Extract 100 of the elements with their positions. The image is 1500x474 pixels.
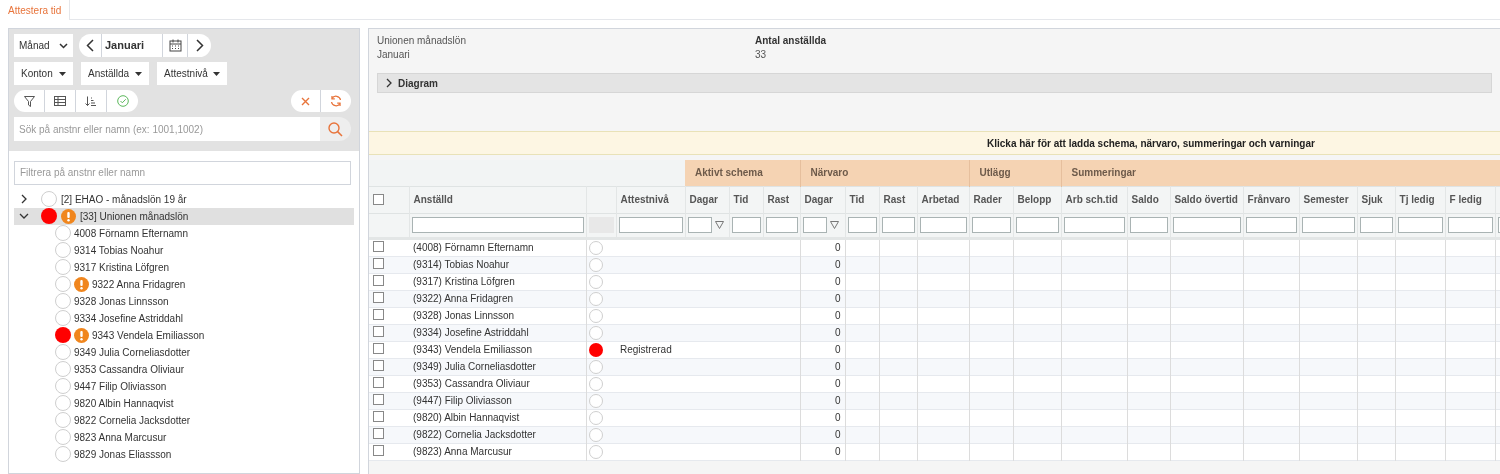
diagram-header[interactable]: Diagram	[377, 73, 1492, 93]
filter-field[interactable]	[731, 217, 761, 233]
row-checkbox[interactable]	[373, 393, 384, 405]
filter-field[interactable]	[971, 217, 1011, 233]
chevron-right-icon	[386, 78, 392, 88]
row-checkbox[interactable]	[373, 308, 384, 320]
funnel-icon[interactable]	[714, 221, 724, 229]
column-header[interactable]: Rader	[969, 186, 1014, 213]
tree-employee-label: 9447 Filip Oliviasson	[74, 379, 167, 394]
column-header[interactable]: Semester	[1299, 186, 1358, 213]
column-header[interactable]: Anställd	[409, 186, 586, 213]
employee-count-label: Antal anställda	[755, 34, 827, 48]
column-header[interactable]: Sjuk	[1357, 186, 1396, 213]
period-type-select[interactable]: Månad	[14, 34, 73, 57]
tree-employee-row[interactable]: 9447 Filip Oliviasson	[14, 377, 354, 395]
filter-field[interactable]	[881, 217, 915, 233]
column-header[interactable]: Rast	[763, 186, 801, 213]
filter-field[interactable]	[1172, 217, 1241, 233]
row-checkbox[interactable]	[373, 342, 384, 354]
filter-field[interactable]	[1245, 217, 1297, 233]
funnel-icon[interactable]	[829, 221, 839, 229]
filter-field[interactable]	[765, 217, 798, 233]
column-group-header: Summeringar	[1061, 160, 1500, 186]
tree-employee-row[interactable]: 9823 Anna Marcusur	[14, 428, 354, 446]
search-field[interactable]: Sök på anstnr eller namn (ex: 1001,1002)	[14, 117, 320, 141]
tree-employee-row[interactable]: 9314 Tobias Noahur	[14, 241, 354, 259]
row-checkbox[interactable]	[373, 376, 384, 388]
filter-field[interactable]	[687, 217, 712, 233]
filter-field[interactable]	[1301, 217, 1355, 233]
tree-group-row[interactable]: [2] EHAO - månadslön 19 år	[14, 190, 354, 208]
column-header[interactable]: Dagar	[685, 186, 729, 213]
chevron-down-icon[interactable]	[19, 213, 29, 219]
select-all-checkbox[interactable]	[373, 194, 384, 205]
load-notice-banner[interactable]: Klicka här för att ladda schema, närvaro, summeringar och varningar	[369, 131, 1500, 155]
tree-employee-row[interactable]: 9820 Albin Hannaqvist	[14, 394, 354, 412]
chevron-right-icon	[195, 39, 204, 52]
filter-dropdown[interactable]: Konton	[14, 62, 73, 85]
tree-employee-row[interactable]: 9349 Julia Corneliasdotter	[14, 343, 354, 361]
tree-employee-row[interactable]: 4008 Förnamn Efternamn	[14, 224, 354, 242]
tree-employee-row[interactable]: 9322 Anna Fridagren	[14, 275, 354, 293]
employee-name: (9334) Josefine Astriddahl	[413, 326, 529, 338]
filter-field[interactable]	[1015, 217, 1059, 233]
column-header[interactable]: Frånvaro	[1243, 186, 1300, 213]
row-checkbox[interactable]	[373, 325, 384, 337]
tree-employee-row[interactable]: 9334 Josefine Astriddahl	[14, 309, 354, 327]
tree-employee-row[interactable]: 9343 Vendela Emiliasson	[14, 326, 354, 344]
column-header[interactable]: F ledig	[1445, 186, 1496, 213]
filter-field[interactable]	[1359, 217, 1393, 233]
filter-field[interactable]	[618, 217, 683, 233]
tree-employee-row[interactable]: 9822 Cornelia Jacksdotter	[14, 411, 354, 429]
tree-filter-field[interactable]: Filtrera på anstnr eller namn	[14, 160, 351, 185]
tree-employee-row[interactable]: 9829 Jonas Eliassson	[14, 445, 354, 463]
row-checkbox[interactable]	[373, 444, 384, 456]
filter-dropdown[interactable]: Anställda	[81, 62, 149, 85]
tree-employee-label: 9314 Tobias Noahur	[74, 243, 164, 258]
tree-employee-row[interactable]: 9317 Kristina Löfgren	[14, 258, 354, 276]
row-checkbox[interactable]	[373, 359, 384, 371]
row-checkbox[interactable]	[373, 274, 384, 286]
employee-count: 33	[755, 48, 768, 62]
filter-field[interactable]	[802, 217, 827, 233]
tree-employee-row[interactable]: 9328 Jonas Linnsson	[14, 292, 354, 310]
column-header[interactable]: Saldo övertid	[1170, 186, 1244, 213]
attest-level: Registrerad	[620, 343, 672, 355]
presence-days-value: 0	[834, 377, 841, 389]
row-checkbox[interactable]	[373, 427, 384, 439]
row-checkbox[interactable]	[373, 410, 384, 422]
filter-field[interactable]	[1129, 217, 1168, 233]
filter-field[interactable]	[411, 217, 584, 233]
row-checkbox[interactable]	[373, 257, 384, 269]
tree-group-row[interactable]: [33] Unionen månadslön	[14, 207, 354, 225]
employee-name: (9317) Kristina Löfgren	[413, 275, 515, 287]
employee-name: (9820) Albin Hannaqvist	[413, 411, 520, 423]
row-checkbox[interactable]	[373, 240, 384, 252]
tree-employee-label: 9829 Jonas Eliassson	[74, 447, 172, 462]
sort-icon	[85, 95, 97, 107]
filter-field[interactable]	[1397, 217, 1443, 233]
caret-down-icon	[213, 71, 220, 76]
column-header[interactable]: Dagar	[800, 186, 846, 213]
column-header[interactable]: Tid	[729, 186, 763, 213]
row-checkbox[interactable]	[373, 291, 384, 303]
column-header[interactable]: Rast	[879, 186, 918, 213]
presence-days-value: 0	[834, 394, 841, 406]
column-header[interactable]: Arbetad	[917, 186, 970, 213]
column-header[interactable]: Attestnivå	[616, 186, 685, 213]
column-header[interactable]: Tid	[845, 186, 880, 213]
tree-employee-row[interactable]: 9353 Cassandra Oliviaur	[14, 360, 354, 378]
filter-field[interactable]	[1063, 217, 1125, 233]
calendar-button[interactable]	[162, 34, 188, 57]
group-name: Unionen månadslön	[377, 34, 467, 48]
filter-dropdown[interactable]: Attestnivå	[157, 62, 227, 85]
search-button[interactable]	[320, 117, 351, 141]
column-header[interactable]: Tj ledig	[1395, 186, 1446, 213]
filter-field[interactable]	[1447, 217, 1493, 233]
column-header[interactable]: Saldo	[1127, 186, 1171, 213]
filter-field[interactable]	[919, 217, 967, 233]
employee-name: (9447) Filip Oliviasson	[413, 394, 512, 406]
filter-field[interactable]	[847, 217, 877, 233]
column-header[interactable]: Belopp	[1013, 186, 1062, 213]
chevron-right-icon[interactable]	[21, 194, 27, 204]
column-header[interactable]: Arb sch.tid	[1061, 186, 1128, 213]
